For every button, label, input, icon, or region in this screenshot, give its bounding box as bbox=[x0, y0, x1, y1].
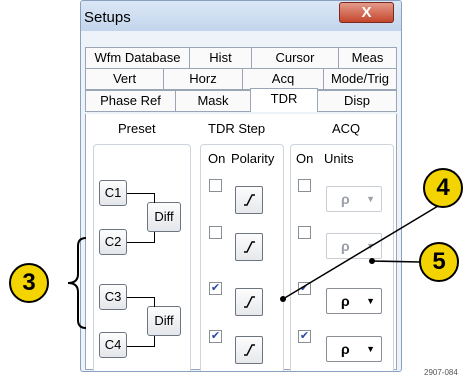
bracket-icon bbox=[67, 237, 87, 329]
tab-tdr[interactable]: TDR bbox=[250, 88, 318, 112]
callout-4: 4 bbox=[423, 168, 463, 208]
callout-5: 5 bbox=[419, 242, 459, 282]
callout-3: 3 bbox=[9, 263, 49, 303]
figure-id: 2907-084 bbox=[424, 368, 458, 377]
